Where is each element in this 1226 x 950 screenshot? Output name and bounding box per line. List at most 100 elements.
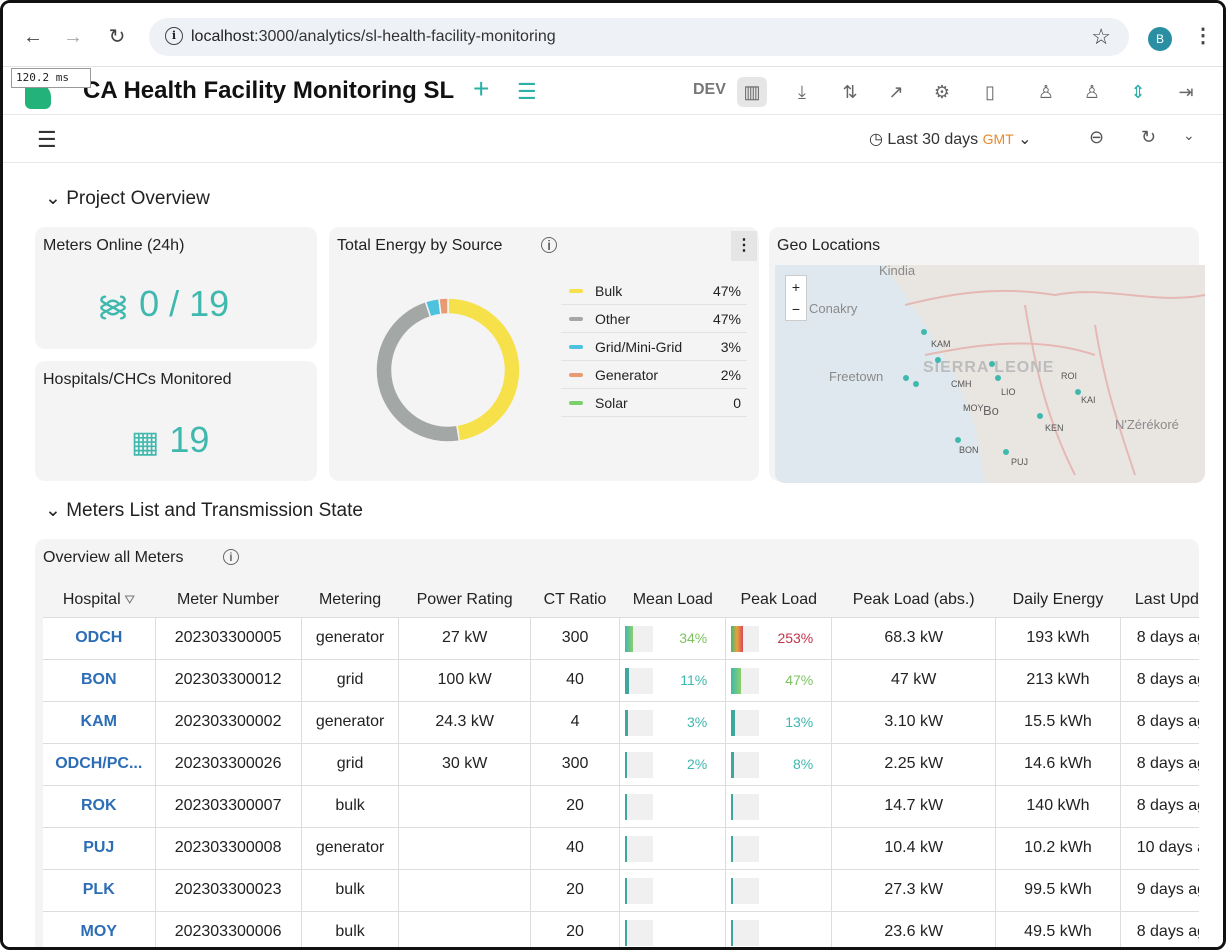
hospital-link[interactable]: ODCH: [43, 616, 156, 659]
zoom-in-icon[interactable]: +: [786, 276, 806, 298]
browser-menu-icon[interactable]: ⋮: [1193, 23, 1213, 48]
filter-icon[interactable]: ⛛: [121, 592, 135, 607]
map-marker[interactable]: [921, 329, 927, 335]
panel-menu-icon[interactable]: ⋮: [731, 231, 757, 261]
power-rating-cell: [398, 910, 531, 947]
app-header: CA Health Facility Monitoring SL + ☰ DEV…: [3, 67, 1223, 115]
hospital-link[interactable]: PUJ: [43, 826, 156, 869]
column-header[interactable]: Last Upda: [1120, 583, 1199, 617]
legend-item[interactable]: Generator 2%: [561, 361, 747, 389]
daily-energy-cell: 14.6 kWh: [995, 742, 1121, 785]
zoom-out-icon[interactable]: −: [786, 298, 806, 320]
power-rating-cell: 100 kW: [398, 658, 531, 701]
wifi-icon: ᯼: [97, 290, 130, 323]
hospital-link[interactable]: ODCH/PC...: [43, 742, 156, 785]
zoom-out-icon[interactable]: ⊖: [1089, 127, 1104, 148]
mean-load-value: 11%: [680, 672, 708, 688]
hospital-link[interactable]: KAM: [43, 700, 156, 743]
section-project-overview[interactable]: ⌄ Project Overview: [45, 187, 210, 210]
peak-load-bar-fill: [731, 919, 734, 946]
dashboard-icon[interactable]: ▥: [737, 77, 767, 107]
map-zoom-control[interactable]: + −: [785, 275, 807, 321]
metering-cell: grid: [301, 658, 400, 701]
peak-load-cell: 13%: [725, 700, 833, 743]
list-menu-icon[interactable]: ☰: [517, 79, 537, 105]
column-header[interactable]: Daily Energy: [996, 583, 1121, 617]
section-meters-list[interactable]: ⌄ Meters List and Transmission State: [45, 499, 363, 522]
sort-icon[interactable]: ⇅: [835, 77, 865, 107]
users-icon[interactable]: ♙: [1077, 77, 1107, 107]
hamburger-icon[interactable]: ☰: [37, 127, 57, 153]
peak-load-bar: [731, 625, 760, 652]
table-row[interactable]: PUJ 202303300008 generator 40 10.4 kW 10.2 kW…: [43, 826, 1199, 869]
map-marker[interactable]: [903, 375, 909, 381]
map[interactable]: + − Kindia Conakry Freetown SIERRA LEONE …: [775, 265, 1205, 483]
table-row[interactable]: ROK 202303300007 bulk 20 14.7 kW 140 kWh 8 day…: [43, 784, 1199, 827]
ct-ratio-cell: 40: [530, 826, 621, 869]
map-marker[interactable]: [1037, 413, 1043, 419]
table-row[interactable]: BON 202303300012 grid 100 kW 40 11% 47% 47 kW 21…: [43, 658, 1199, 701]
map-marker[interactable]: [1075, 389, 1081, 395]
column-header[interactable]: Hospital ⛛: [43, 583, 155, 617]
trend-icon[interactable]: ↗: [881, 77, 911, 107]
metering-cell: bulk: [301, 784, 400, 827]
map-marker[interactable]: [1003, 449, 1009, 455]
map-site-label: LIO: [1001, 387, 1016, 397]
meter-number-cell: 202303300008: [155, 826, 302, 869]
column-header[interactable]: Peak Load: [726, 583, 832, 617]
time-range-picker[interactable]: ◷ Last 30 days GMT ⌄: [869, 129, 1032, 149]
map-marker[interactable]: [989, 361, 995, 367]
map-site-label: ROI: [1061, 371, 1078, 381]
table-row[interactable]: KAM 202303300002 generator 24.3 kW 4 3% 13% 3.1…: [43, 700, 1199, 743]
legend-item[interactable]: Solar 0: [561, 389, 747, 417]
book-icon[interactable]: ▯: [975, 77, 1005, 107]
url-text[interactable]: localhost:3000/analytics/sl-health-facil…: [191, 28, 556, 46]
info-icon[interactable]: i: [541, 237, 557, 253]
info-icon[interactable]: i: [223, 549, 239, 565]
table-row[interactable]: ODCH 202303300005 generator 27 kW 300 34% 253%…: [43, 616, 1199, 659]
back-icon[interactable]: ←: [19, 23, 47, 51]
map-marker[interactable]: [935, 357, 941, 363]
table-row[interactable]: ODCH/PC... 202303300026 grid 30 kW 300 2% 8% 2.…: [43, 742, 1199, 785]
hospital-link[interactable]: PLK: [43, 868, 156, 911]
logout-icon[interactable]: ⇥: [1171, 77, 1201, 107]
hospital-link[interactable]: MOY: [43, 910, 156, 947]
legend-value: 3%: [720, 339, 741, 355]
legend-item[interactable]: Bulk 47%: [561, 277, 747, 305]
column-header[interactable]: CT Ratio: [530, 583, 619, 617]
map-marker[interactable]: [955, 437, 961, 443]
column-header[interactable]: Metering: [301, 583, 399, 617]
map-marker[interactable]: [995, 375, 1001, 381]
legend-item[interactable]: Other 47%: [561, 305, 747, 333]
column-header[interactable]: Mean Load: [620, 583, 726, 617]
bookmark-star-icon[interactable]: ☆: [1091, 24, 1111, 50]
user-icon[interactable]: ♙: [1031, 77, 1061, 107]
forward-icon[interactable]: →: [59, 23, 87, 51]
metering-cell: bulk: [301, 868, 400, 911]
hospital-link[interactable]: BON: [43, 658, 156, 701]
peak-load-value: 47%: [785, 672, 814, 688]
table-row[interactable]: PLK 202303300023 bulk 20 27.3 kW 99.5 kWh 9 da…: [43, 868, 1199, 911]
column-header[interactable]: Peak Load (abs.): [832, 583, 996, 617]
legend-item[interactable]: Grid/Mini-Grid 3%: [561, 333, 747, 361]
column-header[interactable]: Power Rating: [399, 583, 530, 617]
add-icon[interactable]: +: [473, 73, 489, 105]
column-header[interactable]: Meter Number: [155, 583, 301, 617]
hospital-link[interactable]: ROK: [43, 784, 156, 827]
site-info-icon[interactable]: i: [165, 27, 183, 45]
map-marker[interactable]: [913, 381, 919, 387]
refresh-icon[interactable]: ↻: [1141, 127, 1156, 148]
reload-icon[interactable]: ↻: [103, 23, 131, 51]
address-bar[interactable]: i localhost:3000/analytics/sl-health-fac…: [149, 18, 1129, 56]
table-row[interactable]: MOY 202303300006 bulk 20 23.6 kW 49.5 kWh 8 da…: [43, 910, 1199, 947]
metering-cell: generator: [301, 826, 400, 869]
download-icon[interactable]: ⤓: [787, 77, 817, 107]
expand-icon[interactable]: ⇕: [1123, 77, 1153, 107]
donut-slice-generator[interactable]: [438, 297, 449, 316]
donut-slice-bulk[interactable]: [447, 297, 521, 442]
chevron-down-icon[interactable]: ⌄: [1183, 127, 1195, 144]
donut-slice-other[interactable]: [375, 300, 461, 443]
energy-source-card: Total Energy by Source i ⋮ Bulk 47% Other 4…: [329, 227, 759, 481]
avatar[interactable]: B: [1148, 27, 1172, 51]
gear-icon[interactable]: ⚙: [927, 77, 957, 107]
